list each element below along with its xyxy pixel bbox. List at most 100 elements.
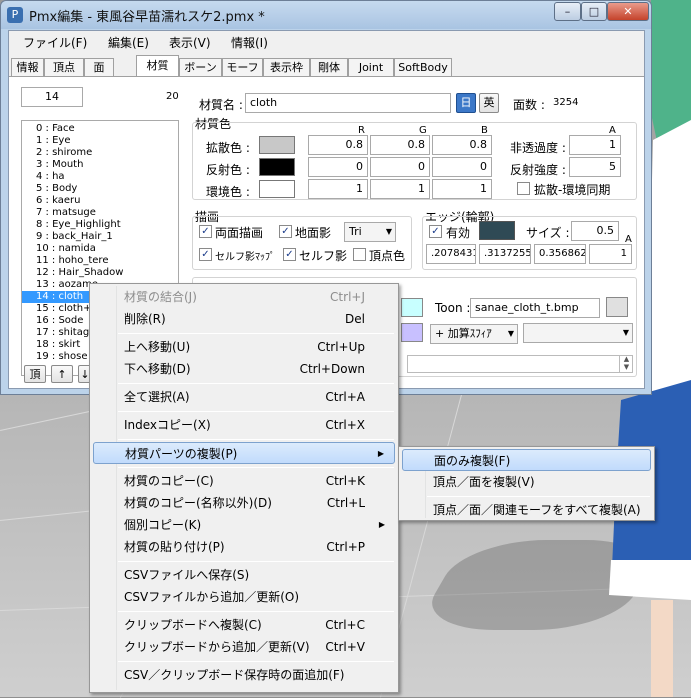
diffuse-swatch[interactable] bbox=[259, 136, 295, 154]
list-item[interactable]: 12 : Hair_Shadow bbox=[22, 267, 178, 279]
menu-item[interactable]: 上へ移動(U) Ctrl+Up bbox=[93, 336, 395, 358]
toon-input[interactable]: sanae_cloth_t.bmp bbox=[470, 298, 600, 318]
tab-material[interactable]: 材質 bbox=[136, 55, 179, 77]
vertex-color-checkbox[interactable] bbox=[353, 248, 366, 261]
menu-item[interactable]: 材質パーツの複製(P) ▶ bbox=[93, 442, 395, 464]
edge-enabled-checkbox[interactable]: ✓ bbox=[429, 225, 442, 238]
menu-item-label: 上へ移動(U) bbox=[124, 340, 191, 354]
menu-item[interactable]: 個別コピー(K) ▶ bbox=[93, 514, 395, 536]
ambient-r[interactable]: 1 bbox=[308, 179, 368, 199]
ambient-swatch[interactable] bbox=[259, 180, 295, 198]
menu-separator bbox=[118, 661, 394, 662]
sphere-file-select[interactable]: ▼ bbox=[523, 323, 633, 343]
menu-item[interactable]: 材質のコピー(C) Ctrl+K bbox=[93, 470, 395, 492]
specular-g[interactable]: 0 bbox=[370, 157, 430, 177]
edge-r-input[interactable]: .2078431 bbox=[426, 244, 476, 264]
menu-item-label: 材質のコピー(名称以外)(D) bbox=[124, 496, 272, 510]
menu-item-shortcut: Ctrl+A bbox=[325, 390, 365, 404]
tab-joint[interactable]: Joint bbox=[348, 58, 394, 77]
list-item[interactable]: 11 : hoho_tere bbox=[22, 255, 178, 267]
menu-item[interactable]: クリップボードから追加／更新(V) Ctrl+V bbox=[93, 636, 395, 658]
tab-display-frame[interactable]: 表示枠 bbox=[263, 58, 310, 77]
menu-edit[interactable]: 編集(E) bbox=[108, 34, 149, 51]
specular-r[interactable]: 0 bbox=[308, 157, 368, 177]
close-button[interactable]: ✕ bbox=[607, 2, 649, 21]
menu-info[interactable]: 情報(I) bbox=[231, 34, 268, 51]
memo-field[interactable] bbox=[407, 355, 633, 373]
toon-swatch[interactable] bbox=[606, 297, 628, 317]
list-item[interactable]: 5 : Body bbox=[22, 183, 178, 195]
menu-item[interactable]: 削除(R) Del bbox=[93, 308, 395, 330]
list-item[interactable]: 1 : Eye bbox=[22, 135, 178, 147]
double-sided-checkbox[interactable]: ✓ bbox=[199, 225, 212, 238]
minimize-button[interactable]: – bbox=[554, 2, 581, 21]
spec-power-input[interactable]: 5 bbox=[569, 157, 621, 177]
tab-rigidbody[interactable]: 剛体 bbox=[310, 58, 348, 77]
list-item[interactable]: 3 : Mouth bbox=[22, 159, 178, 171]
edge-b-input[interactable]: 0.356862 bbox=[534, 244, 586, 264]
menu-item[interactable]: CSV／クリップボード保存時の面追加(F) bbox=[93, 664, 395, 686]
ambient-b[interactable]: 1 bbox=[432, 179, 492, 199]
menu-item[interactable]: 面のみ複製(F) bbox=[402, 449, 651, 471]
list-item[interactable]: 6 : kaeru bbox=[22, 195, 178, 207]
list-item[interactable]: 2 : shirome bbox=[22, 147, 178, 159]
tab-info[interactable]: 情報 bbox=[11, 58, 44, 77]
top-button[interactable]: 頂 bbox=[24, 365, 46, 383]
list-item[interactable]: 10 : namida bbox=[22, 243, 178, 255]
index-input[interactable]: 14 bbox=[21, 87, 83, 107]
tab-morph[interactable]: モーフ bbox=[222, 58, 263, 77]
lang-en-button[interactable]: 英 bbox=[479, 93, 499, 113]
texture-swatch[interactable] bbox=[401, 298, 423, 317]
diffuse-b[interactable]: 0.8 bbox=[432, 135, 492, 155]
sync-checkbox[interactable] bbox=[517, 182, 530, 195]
menu-view[interactable]: 表示(V) bbox=[169, 34, 211, 51]
tab-strip: 情報 頂点 面 材質 ボーン モーフ 表示枠 剛体 Joint SoftBody bbox=[9, 55, 644, 77]
specular-b[interactable]: 0 bbox=[432, 157, 492, 177]
menu-file[interactable]: ファイル(F) bbox=[23, 34, 87, 51]
edge-color-swatch[interactable] bbox=[479, 221, 515, 240]
list-item[interactable]: 9 : back_Hair_1 bbox=[22, 231, 178, 243]
list-item[interactable]: 7 : matsuge bbox=[22, 207, 178, 219]
tab-bone[interactable]: ボーン bbox=[179, 58, 222, 77]
sphere-swatch[interactable] bbox=[401, 323, 423, 342]
edge-size-input[interactable]: 0.5 bbox=[571, 221, 619, 241]
edge-a-input[interactable]: 1 bbox=[589, 244, 632, 264]
tab-softbody[interactable]: SoftBody bbox=[394, 58, 452, 77]
menu-item[interactable]: クリップボードへ複製(C) Ctrl+C bbox=[93, 614, 395, 636]
menu-item-shortcut: Del bbox=[345, 312, 365, 326]
menu-item[interactable]: 材質のコピー(名称以外)(D) Ctrl+L bbox=[93, 492, 395, 514]
maximize-button[interactable]: □ bbox=[581, 2, 607, 21]
sphere-mode-select[interactable]: + 加算ｽﾌｨｱ ▼ bbox=[430, 324, 518, 344]
diffuse-r[interactable]: 0.8 bbox=[308, 135, 368, 155]
list-item[interactable]: 8 : Eye_Highlight bbox=[22, 219, 178, 231]
menu-item[interactable]: 材質の結合(J) Ctrl+J bbox=[93, 286, 395, 308]
ground-shadow-checkbox[interactable]: ✓ bbox=[279, 225, 292, 238]
menu-item-label: クリップボードへ複製(C) bbox=[124, 618, 262, 632]
title-bar[interactable]: P Pmx編集 - 東風谷早苗濡れスケ2.pmx * – □ ✕ bbox=[1, 1, 651, 29]
move-up-button[interactable]: ↑ bbox=[51, 365, 73, 383]
alpha-input[interactable]: 1 bbox=[569, 135, 621, 155]
tab-face[interactable]: 面 bbox=[84, 58, 114, 77]
menu-item[interactable]: 材質の貼り付け(P) Ctrl+P bbox=[93, 536, 395, 558]
self-shadow-map-checkbox[interactable]: ✓ bbox=[199, 248, 212, 261]
list-item[interactable]: 0 : Face bbox=[22, 123, 178, 135]
menu-item[interactable]: 全て選択(A) Ctrl+A bbox=[93, 386, 395, 408]
menu-item[interactable]: Indexコピー(X) Ctrl+X bbox=[93, 414, 395, 436]
menu-item[interactable]: CSVファイルへ保存(S) bbox=[93, 564, 395, 586]
menu-item[interactable]: 頂点／面を複製(V) bbox=[402, 471, 651, 493]
lang-jp-button[interactable]: 日 bbox=[456, 93, 476, 113]
menu-item[interactable]: 頂点／面／関連モーフをすべて複製(A) bbox=[402, 499, 651, 521]
specular-swatch[interactable] bbox=[259, 158, 295, 176]
material-name-input[interactable]: cloth bbox=[245, 93, 451, 113]
self-shadow-checkbox[interactable]: ✓ bbox=[283, 248, 296, 261]
edge-g-input[interactable]: .3137255 bbox=[479, 244, 531, 264]
tab-vertex[interactable]: 頂点 bbox=[44, 58, 84, 77]
list-item[interactable]: 4 : ha bbox=[22, 171, 178, 183]
ambient-g[interactable]: 1 bbox=[370, 179, 430, 199]
diffuse-g[interactable]: 0.8 bbox=[370, 135, 430, 155]
memo-scrollbar[interactable]: ▲ ▼ bbox=[619, 355, 633, 373]
menu-item[interactable]: 下へ移動(D) Ctrl+Down bbox=[93, 358, 395, 380]
draw-mode-select[interactable]: Tri ▼ bbox=[344, 222, 396, 242]
menu-item[interactable]: CSVファイルから追加／更新(O) bbox=[93, 586, 395, 608]
menu-separator bbox=[118, 439, 394, 440]
